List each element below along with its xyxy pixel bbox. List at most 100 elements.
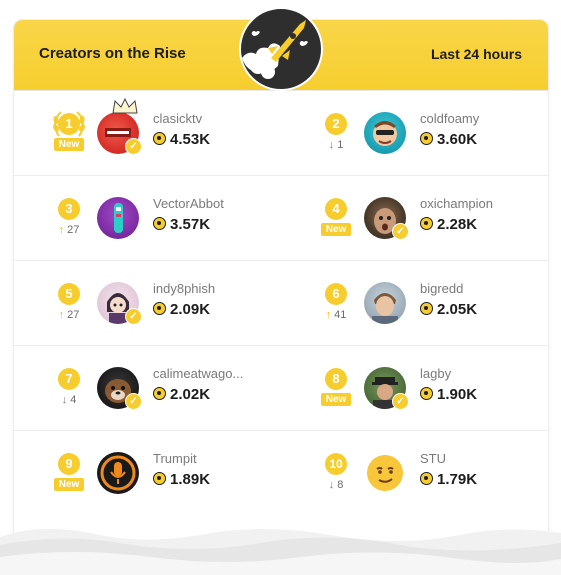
- verified-check-icon: ✓: [125, 308, 142, 325]
- creator-username[interactable]: STU: [420, 451, 446, 466]
- arrow-down-icon: ↓: [328, 479, 335, 491]
- rank-change-value: 1: [337, 139, 344, 151]
- rank-change-value: 41: [334, 309, 347, 321]
- leaderboard-row: 5 ↑ 27 ✓ indy8phish 2.09K 6 ↑ 41 bigredd…: [14, 261, 548, 346]
- avatar[interactable]: ✓: [364, 367, 409, 410]
- rank-change: ↓ 4: [50, 394, 88, 406]
- leaderboard-row: 3 ↑ 27 VectorAbbot 3.57K 4 New ✓ oxicham…: [14, 176, 548, 261]
- leaderboard-row: 1 New ✓ clasicktv 4.53K 2 ↓ 1 coldfoamy …: [14, 91, 548, 176]
- rank-change-value: 27: [67, 309, 80, 321]
- avatar[interactable]: [364, 112, 406, 154]
- creator-username[interactable]: VectorAbbot: [153, 196, 224, 211]
- arrow-up-icon: ↑: [58, 224, 65, 236]
- arrow-down-icon: ↓: [61, 394, 68, 406]
- creator-list: 1 New ✓ clasicktv 4.53K 2 ↓ 1 coldfoamy …: [14, 91, 548, 515]
- avatar[interactable]: [364, 282, 406, 324]
- arrow-up-icon: ↑: [58, 309, 65, 321]
- score-value: 2.28K: [437, 216, 478, 233]
- arrow-up-icon: ↑: [325, 309, 332, 321]
- rank-number: 5: [58, 283, 80, 305]
- coin-icon: [153, 132, 166, 145]
- avatar[interactable]: [97, 452, 139, 494]
- coin-icon: [153, 387, 166, 400]
- rank-number: 10: [325, 453, 347, 475]
- rank-number: 1: [58, 113, 80, 135]
- rocket-launch-icon: [239, 7, 323, 91]
- creator-username[interactable]: oxichampion: [420, 196, 493, 211]
- new-badge: New: [321, 393, 351, 406]
- rank-indicator: 3 ↑ 27: [50, 190, 88, 250]
- creator-entry[interactable]: 9 New Trumpit 1.89K: [14, 431, 281, 515]
- creator-score: 4.53K: [153, 131, 210, 148]
- avatar-image: [373, 121, 397, 146]
- avatar[interactable]: ✓: [97, 367, 142, 410]
- creator-entry[interactable]: 1 New ✓ clasicktv 4.53K: [14, 91, 281, 175]
- avatar[interactable]: [97, 197, 139, 239]
- creator-entry[interactable]: 8 New ✓ lagby 1.90K: [281, 346, 548, 430]
- score-value: 3.60K: [437, 131, 478, 148]
- score-value: 2.02K: [170, 386, 211, 403]
- creator-score: 3.60K: [420, 131, 477, 148]
- creator-username[interactable]: calimeatwago...: [153, 366, 243, 381]
- coin-icon: [153, 217, 166, 230]
- creator-username[interactable]: lagby: [420, 366, 451, 381]
- verified-check-icon: ✓: [125, 138, 142, 155]
- rank-change: ↑ 27: [50, 224, 88, 236]
- creator-username[interactable]: coldfoamy: [420, 111, 479, 126]
- score-value: 2.09K: [170, 301, 211, 318]
- avatar[interactable]: [364, 452, 406, 494]
- rank-change: ↑ 27: [50, 309, 88, 321]
- rank-indicator: 5 ↑ 27: [50, 275, 88, 335]
- coin-icon: [420, 132, 433, 145]
- rank-number: 7: [58, 368, 80, 390]
- creator-score: 1.90K: [420, 386, 477, 403]
- rank-change: ↓ 1: [317, 139, 355, 151]
- avatar-image: [367, 455, 403, 491]
- creator-entry[interactable]: 7 ↓ 4 ✓ calimeatwago... 2.02K: [14, 346, 281, 430]
- verified-check-icon: ✓: [125, 393, 142, 410]
- creator-score: 3.57K: [153, 216, 210, 233]
- creator-entry[interactable]: 3 ↑ 27 VectorAbbot 3.57K: [14, 176, 281, 260]
- creator-score: 1.79K: [420, 471, 477, 488]
- creator-score: 2.28K: [420, 216, 477, 233]
- creator-score: 2.02K: [153, 386, 210, 403]
- creator-username[interactable]: indy8phish: [153, 281, 215, 296]
- new-badge: New: [54, 138, 84, 151]
- rank-change-value: 8: [337, 479, 344, 491]
- rank-number: 4: [325, 198, 347, 220]
- verified-check-icon: ✓: [392, 393, 409, 410]
- creator-username[interactable]: clasicktv: [153, 111, 202, 126]
- avatar[interactable]: ✓: [364, 197, 409, 240]
- new-badge: New: [54, 478, 84, 491]
- arrow-down-icon: ↓: [328, 139, 335, 151]
- score-value: 1.89K: [170, 471, 211, 488]
- rank-indicator: 8 New: [317, 360, 355, 420]
- score-value: 1.90K: [437, 386, 478, 403]
- creator-entry[interactable]: 5 ↑ 27 ✓ indy8phish 2.09K: [14, 261, 281, 345]
- creator-score: 2.09K: [153, 301, 210, 318]
- rank-change: ↓ 8: [317, 479, 355, 491]
- creator-username[interactable]: bigredd: [420, 281, 463, 296]
- creator-score: 2.05K: [420, 301, 477, 318]
- avatar[interactable]: ✓: [97, 97, 142, 155]
- rank-indicator: 9 New: [50, 445, 88, 505]
- score-value: 1.79K: [437, 471, 478, 488]
- avatar[interactable]: ✓: [97, 282, 142, 325]
- rank-change-value: 4: [70, 394, 77, 406]
- leaderboard-row: 7 ↓ 4 ✓ calimeatwago... 2.02K 8 New ✓ la…: [14, 346, 548, 431]
- leaderboard-card: Creators on the Rise Last 24 hours 1 New: [14, 20, 548, 560]
- rank-indicator: 4 New: [317, 190, 355, 250]
- rank-change: ↑ 41: [317, 309, 355, 321]
- creator-entry[interactable]: 4 New ✓ oxichampion 2.28K: [281, 176, 548, 260]
- creator-entry[interactable]: 2 ↓ 1 coldfoamy 3.60K: [281, 91, 548, 175]
- creator-entry[interactable]: 6 ↑ 41 bigredd 2.05K: [281, 261, 548, 345]
- rank-indicator: 10 ↓ 8: [317, 445, 355, 505]
- leaderboard-title: Creators on the Rise: [39, 45, 186, 62]
- coin-icon: [420, 387, 433, 400]
- crown-icon: [112, 97, 138, 114]
- new-badge: New: [321, 223, 351, 236]
- creator-username[interactable]: Trumpit: [153, 451, 197, 466]
- creator-entry[interactable]: 10 ↓ 8 STU 1.79K: [281, 431, 548, 515]
- coin-icon: [420, 472, 433, 485]
- coin-icon: [420, 302, 433, 315]
